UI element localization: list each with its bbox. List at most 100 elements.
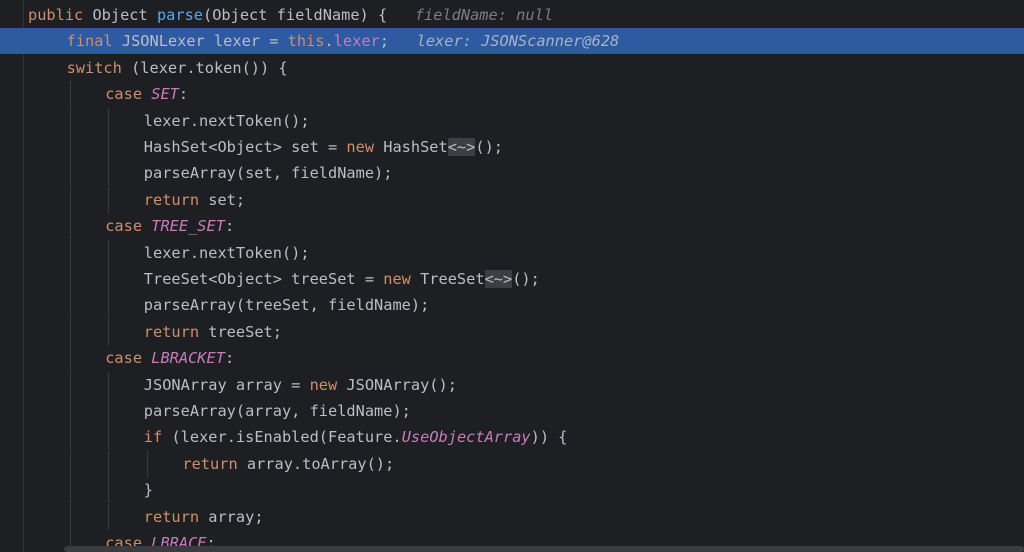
indent-guide <box>69 424 71 451</box>
code-line[interactable]: JSONArray array = new JSONArray(); <box>0 371 1024 398</box>
code-text: return set; <box>144 187 245 213</box>
code-line[interactable]: case SET: <box>0 81 1024 108</box>
indent-guide <box>108 239 110 266</box>
code-line[interactable]: if (lexer.isEnabled(Feature.UseObjectArr… <box>0 424 1024 451</box>
code-token: TreeSet<Object> treeSet = <box>143 270 384 288</box>
code-token: lexer.nextToken(); <box>143 243 310 262</box>
code-token: public <box>28 6 93 24</box>
indent-guide <box>69 398 71 424</box>
code-text: parseArray(set, fieldName); <box>144 160 393 186</box>
indent-guide <box>69 371 71 398</box>
code-token: return <box>182 454 247 473</box>
execution-line[interactable]: final JSONLexer lexer = this.lexer; lexe… <box>0 28 1024 55</box>
code-token: HashSet<Object> set = <box>143 138 347 156</box>
indent-guide <box>146 450 148 477</box>
code-text: } <box>144 477 153 503</box>
code-line[interactable]: case LBRACKET: <box>0 345 1024 372</box>
indent-guide <box>69 160 71 187</box>
code-line[interactable]: HashSet<Object> set = new HashSet<~>(); <box>0 134 1024 160</box>
code-token: lexer.nextToken(); <box>143 111 310 130</box>
code-token: array.toArray(); <box>246 454 395 473</box>
indent-guide <box>108 318 110 345</box>
code-token: lexer <box>333 32 380 51</box>
code-line[interactable]: lexer.nextToken(); <box>0 107 1024 134</box>
indent-guide <box>69 292 71 319</box>
code-token: (); <box>512 270 540 288</box>
code-text: switch (lexer.token()) { <box>67 55 288 81</box>
code-token: (Object fieldName) { <box>203 6 388 24</box>
code-line[interactable]: case TREE_SET: <box>0 213 1024 240</box>
indent-guide <box>108 450 110 477</box>
code-token: parseArray(treeSet, fieldName); <box>143 296 430 315</box>
code-token: this <box>287 32 325 51</box>
indent-guide <box>69 107 71 134</box>
code-token: Object <box>92 6 157 24</box>
code-text: return array; <box>144 504 264 530</box>
indent-guide <box>108 160 110 187</box>
indent-guide <box>69 186 71 213</box>
code-line[interactable]: switch (lexer.token()) { <box>0 55 1024 81</box>
indent-guide <box>108 134 110 160</box>
code-token: : <box>224 349 235 368</box>
code-text: JSONArray array = new JSONArray(); <box>144 372 457 398</box>
code-text: case LBRACKET: <box>105 345 234 371</box>
code-token: case <box>105 217 152 236</box>
code-token: case <box>105 85 152 104</box>
horizontal-scrollbar[interactable] <box>64 546 1024 552</box>
code-token: switch <box>66 58 132 77</box>
code-text: return treeSet; <box>144 319 282 345</box>
code-token: HashSet <box>383 138 448 156</box>
code-token: new <box>309 375 347 394</box>
code-line[interactable]: } <box>0 477 1024 504</box>
code-token: )) { <box>530 428 568 447</box>
code-line[interactable]: return array; <box>0 503 1024 530</box>
indent-guide <box>69 318 71 345</box>
code-text: HashSet<Object> set = new HashSet<~>(); <box>144 134 503 160</box>
code-token: (); <box>475 138 503 156</box>
code-editor[interactable]: public Object parse(Object fieldName) { … <box>0 0 1024 552</box>
code-token: LBRACKET <box>151 349 225 368</box>
code-token: : <box>178 85 189 104</box>
code-line[interactable]: lexer.nextToken(); <box>0 239 1024 266</box>
code-token: if <box>143 428 172 447</box>
indent-guide <box>69 213 71 240</box>
code-token: return <box>143 322 209 341</box>
code-line[interactable]: parseArray(treeSet, fieldName); <box>0 292 1024 319</box>
indent-guide <box>69 477 71 504</box>
code-line[interactable]: return set; <box>0 186 1024 213</box>
code-text: if (lexer.isEnabled(Feature.UseObjectArr… <box>144 424 568 450</box>
code-token: parseArray(array, fieldName); <box>143 402 411 420</box>
indent-guide <box>108 186 110 213</box>
indent-guide <box>108 503 110 530</box>
code-line[interactable]: return array.toArray(); <box>0 450 1024 477</box>
code-line[interactable]: parseArray(array, fieldName); <box>0 398 1024 424</box>
code-token: (lexer.isEnabled(Feature. <box>171 428 402 447</box>
code-text: case TREE_SET: <box>105 213 234 239</box>
indent-guide <box>69 81 71 108</box>
inline-debug-value: fieldName: null <box>414 6 553 24</box>
code-token: (lexer.token()) { <box>131 58 288 77</box>
indent-guide <box>69 239 71 266</box>
code-token: return <box>143 190 209 209</box>
code-line[interactable]: TreeSet<Object> treeSet = new TreeSet<~>… <box>0 266 1024 292</box>
indent-guide <box>108 266 110 292</box>
code-line[interactable]: return treeSet; <box>0 318 1024 345</box>
code-token: parse <box>156 6 203 24</box>
code-line[interactable]: public Object parse(Object fieldName) { … <box>0 2 1024 28</box>
code-token: ; <box>379 32 389 51</box>
code-token: JSONArray(); <box>346 375 457 394</box>
indent-guide <box>108 424 110 451</box>
code-token: JSONLexer lexer = <box>121 32 288 51</box>
indent-guide <box>108 292 110 319</box>
code-token: <~> <box>447 138 476 156</box>
code-text: parseArray(treeSet, fieldName); <box>144 292 430 318</box>
code-text: public Object parse(Object fieldName) { … <box>28 2 553 28</box>
code-line[interactable]: parseArray(set, fieldName); <box>0 160 1024 187</box>
code-token: TreeSet <box>420 270 485 288</box>
code-token: : <box>224 217 235 236</box>
code-text: lexer.nextToken(); <box>144 240 310 266</box>
code-text: lexer.nextToken(); <box>144 108 310 134</box>
code-token: return <box>143 507 209 526</box>
code-text: return array.toArray(); <box>182 451 394 477</box>
code-token: set; <box>208 190 246 209</box>
